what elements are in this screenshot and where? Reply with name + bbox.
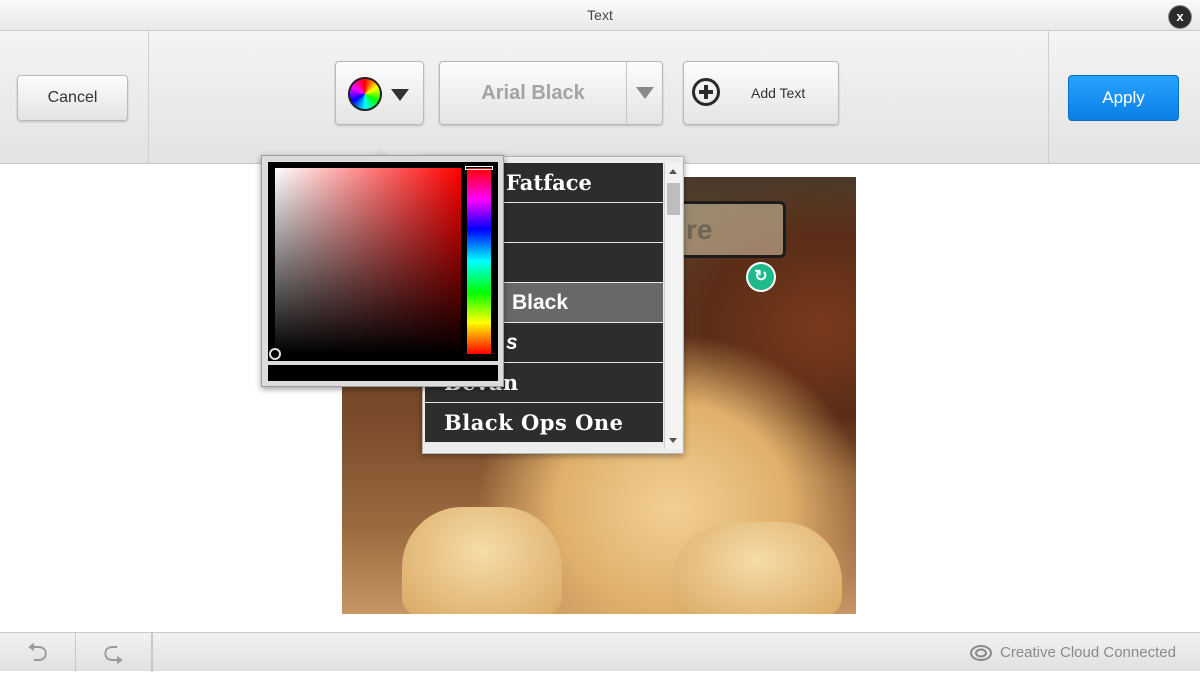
font-list-scrollbar[interactable] — [664, 163, 682, 449]
scroll-up-icon[interactable] — [669, 169, 677, 174]
creative-cloud-icon — [970, 645, 992, 661]
close-button[interactable]: x — [1169, 6, 1191, 28]
cloud-status-label: Creative Cloud Connected — [1000, 644, 1176, 661]
add-text-label: Add Text — [751, 85, 806, 101]
color-picker-frame — [268, 162, 498, 361]
saturation-value-area[interactable] — [275, 168, 461, 354]
cancel-button[interactable]: Cancel — [17, 75, 128, 121]
scroll-thumb[interactable] — [667, 183, 680, 215]
rotate-handle-icon[interactable]: ↻ — [748, 264, 774, 290]
dog-paw — [402, 507, 562, 614]
undo-button[interactable]: ⮌ — [0, 633, 76, 672]
title-bar: Text x — [0, 0, 1200, 31]
bottom-divider — [152, 633, 153, 672]
redo-icon: ⮎ — [103, 637, 124, 667]
color-picker-button[interactable] — [335, 61, 424, 125]
add-text-button[interactable]: Add Text — [683, 61, 839, 125]
toolbar: Cancel Arial Black Add Text Apply — [0, 31, 1200, 164]
color-wheel-icon — [348, 77, 382, 111]
color-selector-handle[interactable] — [269, 348, 281, 360]
hue-slider[interactable] — [467, 168, 491, 354]
redo-button[interactable]: ⮎ — [76, 633, 152, 672]
bottom-bar: ⮌ ⮎ Creative Cloud Connected — [0, 632, 1200, 672]
apply-button[interactable]: Apply — [1068, 75, 1179, 121]
color-picker-popover — [261, 155, 504, 387]
toolbar-divider — [148, 31, 149, 164]
plus-circle-icon — [692, 78, 720, 106]
window-title: Text — [587, 7, 613, 23]
dog-paw — [672, 522, 842, 614]
chevron-down-icon[interactable] — [636, 87, 654, 99]
scroll-down-icon[interactable] — [669, 438, 677, 443]
text-overlay-box[interactable]: re — [677, 201, 786, 258]
font-select-divider — [626, 62, 627, 124]
hue-slider-handle[interactable] — [465, 166, 493, 170]
toolbar-divider — [1048, 31, 1049, 164]
undo-icon: ⮌ — [27, 637, 48, 667]
font-select-value: Arial Black — [481, 82, 585, 104]
font-select[interactable]: Arial Black — [439, 61, 663, 125]
current-color-swatch — [268, 365, 498, 381]
font-list-item[interactable]: Black Ops One — [425, 403, 663, 443]
chevron-down-icon — [391, 89, 409, 101]
